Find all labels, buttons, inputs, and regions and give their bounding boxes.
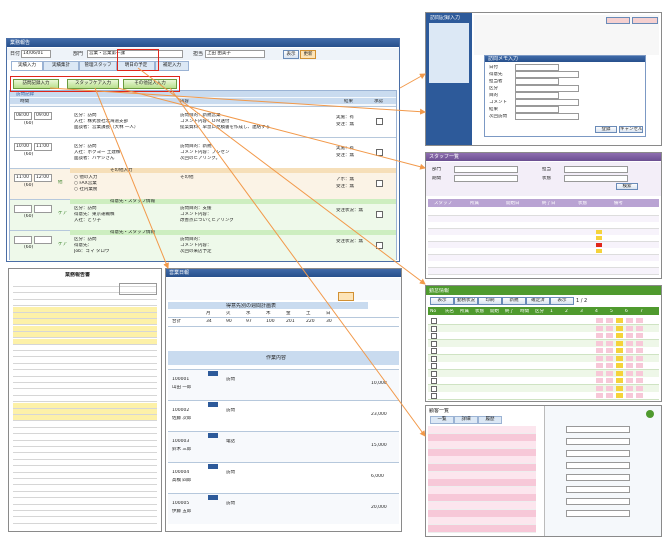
arrow-lines [49,67,426,437]
connector-arrows [49,67,426,437]
